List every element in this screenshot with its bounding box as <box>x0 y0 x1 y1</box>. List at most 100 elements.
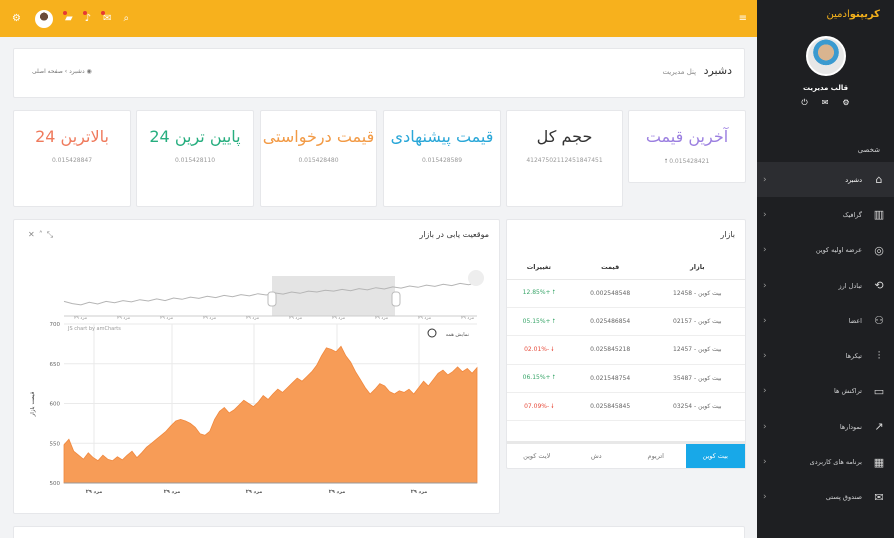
change-cell: 🠗 -07.09% <box>507 392 571 422</box>
hamburger-menu-icon[interactable]: ≡ <box>739 13 747 24</box>
page-subtitle: پنل مدیریت <box>662 68 697 76</box>
change-value: +06.15% <box>522 374 551 382</box>
change-value: +12.85% <box>522 289 551 297</box>
mail-icon[interactable]: ✉ <box>822 98 829 108</box>
change-cell: 🠕 +05.15% <box>507 307 571 337</box>
brand-logo[interactable]: ادمین کریپتو <box>757 0 894 28</box>
stat-value: 0.015428847 <box>51 157 93 164</box>
search-icon[interactable]: ⌕ <box>123 13 129 24</box>
sidebar-item-content: ⌂ دشبرد <box>845 173 886 186</box>
market-tabs: بیت کوین اتریوم دش لایت کوین <box>507 441 745 468</box>
stat-label: حجم کل <box>536 127 593 146</box>
stat-value: 0.015428110 <box>174 157 216 164</box>
sidebar-item[interactable]: ⌂ دشبرد ‹ <box>757 162 894 198</box>
stat-card: قیمت درخواستی 0.015428480 <box>260 110 377 207</box>
sidebar-menu: ⌂ دشبرد ‹ ▥ گرافیک ‹ ◎ عرضه اولیه کوین ‹… <box>757 162 894 515</box>
stat-value: 41247502112451847451 <box>526 157 603 164</box>
sidebar-item-label: تراکنش ها <box>833 387 862 396</box>
market-tab[interactable]: لایت کوین <box>507 444 567 468</box>
top-navbar: ⚙ ▰ ♪ ✉ ⌕ ≡ <box>0 0 757 37</box>
price-cell: 0.002548548 <box>570 279 650 308</box>
table-row[interactable]: بیت کوین - 12458 0.002548548 🠕 +12.85% <box>507 279 745 308</box>
stat-value-line: 0.015428480 <box>261 157 376 164</box>
sidebar-item-label: برنامه های کاربردی <box>809 458 862 467</box>
market-tab[interactable]: بیت کوین <box>685 444 745 468</box>
sidebar-item[interactable]: ▦ برنامه های کاربردی ‹ <box>757 444 894 479</box>
sidebar-item-label: گرافیک <box>842 210 862 219</box>
sidebar-item-content: ▦ برنامه های کاربردی <box>810 456 886 469</box>
sidebar-item[interactable]: ✉ صندوق پستی ‹ <box>757 480 894 515</box>
zoom-out-label: نمایش همه <box>446 332 469 338</box>
y-tick-label: 600 <box>50 402 61 408</box>
arrow-down-icon: 🠗 <box>549 402 554 410</box>
user-avatar[interactable] <box>34 9 53 28</box>
market-card: بازار بازار قیمت تغییرات بیت کوین - 12458 … <box>506 219 746 469</box>
market-tab[interactable]: اتریوم <box>626 444 686 468</box>
sidebar-item[interactable]: ⚇ اعضا ‹ <box>757 303 894 338</box>
sidebar-item[interactable]: ▭ تراکنش ها ‹ <box>757 374 894 409</box>
zoom-out-icon <box>427 328 437 338</box>
compass-icon: ◎ <box>874 243 884 257</box>
breadcrumb-separator: › <box>62 68 68 75</box>
page-title: دشبرد پنل مدیریت <box>662 64 732 77</box>
breadcrumb-card: دشبرد پنل مدیریت دشبرد › صفحه اصلی ◉ <box>13 48 745 98</box>
gear-icon[interactable]: ⚙ <box>842 98 849 108</box>
settings-icon[interactable]: ⚙ <box>12 13 21 24</box>
market-cell: بیت کوین - 03254 <box>649 392 745 422</box>
table-row[interactable]: بیت کوین - 02157 0.025486854 🠕 +05.15% <box>507 307 745 337</box>
chevron-left-icon: ‹ <box>763 351 767 362</box>
power-icon[interactable]: ⏻ <box>801 98 807 108</box>
y-tick-label: 650 <box>50 362 61 368</box>
area-series <box>63 345 478 484</box>
column-header[interactable]: بازار <box>649 255 745 280</box>
bell-icon[interactable]: ♪ <box>82 11 91 24</box>
sidebar-item-label: نمودارها <box>839 422 862 431</box>
exchange-icon: ⟲ <box>874 279 884 293</box>
bar-chart-icon: ▥ <box>873 208 885 222</box>
change-cell: 🠗 -02.01% <box>507 335 571 365</box>
grid-icon: ▦ <box>873 455 885 469</box>
sidebar-item-label: عرضه اولیه کوین <box>815 246 862 255</box>
breadcrumb: دشبرد › صفحه اصلی ◉ <box>32 68 92 75</box>
sidebar-item[interactable]: ▥ گرافیک ‹ <box>757 197 894 232</box>
stat-card: بالاترین 24 0.015428847 <box>13 110 131 207</box>
chat-icon[interactable]: ▰ <box>62 11 73 24</box>
overview-tick-label: مرد ۲۹ <box>375 316 389 321</box>
market-cell: بیت کوین - 35487 <box>649 364 745 394</box>
sidebar-item[interactable]: ⫶ تیکرها ‹ <box>757 338 894 373</box>
table-row[interactable]: بیت کوین - 03254 0.025845845 🠗 -07.09% <box>507 392 745 422</box>
section-label: شخصی <box>857 146 880 154</box>
overview-tick-label: مرد ۲۹ <box>160 316 174 321</box>
profile-avatar[interactable] <box>805 36 846 76</box>
price-cell: 0.025845845 <box>570 392 650 422</box>
market-cell: بیت کوین - 02157 <box>649 307 745 337</box>
chevron-left-icon: ‹ <box>763 174 767 185</box>
overview-tick-label: مرد ۲۹ <box>246 316 260 321</box>
notification-dot <box>101 11 106 15</box>
change-cell: 🠕 +06.15% <box>507 364 571 394</box>
sidebar-item[interactable]: ◎ عرضه اولیه کوین ‹ <box>757 233 894 268</box>
market-tab[interactable]: دش <box>567 444 627 468</box>
mail-icon[interactable]: ✉ <box>101 11 111 24</box>
market-title: بازار <box>720 230 735 239</box>
chevron-left-icon: ‹ <box>763 245 767 256</box>
bottom-card <box>13 526 745 538</box>
stat-value: 0.015428480 <box>298 157 339 164</box>
table-row[interactable]: بیت کوین - 35487 0.021548754 🠕 +06.15% <box>507 364 745 394</box>
chevron-left-icon: ‹ <box>763 315 767 326</box>
dashboard-icon: ◉ <box>86 68 92 75</box>
column-header[interactable]: قیمت <box>570 255 650 280</box>
table-header-row: بازار قیمت تغییرات <box>507 255 745 280</box>
overview-tick-label: مرد ۲۹ <box>74 316 88 321</box>
notification-dot <box>82 11 87 15</box>
table-row[interactable]: بیت کوین - 12457 0.025845218 🠗 -02.01% <box>507 335 745 365</box>
sidebar-item-content: ⟲ تبادل ارز <box>838 279 886 292</box>
sidebar-item[interactable]: ↗ نمودارها ‹ <box>757 409 894 444</box>
stat-value-line: 41247502112451847451 <box>507 157 622 164</box>
breadcrumb-home[interactable]: صفحه اصلی <box>32 68 63 75</box>
profile-block: قالب مدیریت ⏻ ✉ ⚙ <box>757 28 894 108</box>
stat-card: حجم کل 41247502112451847451 <box>506 110 623 207</box>
column-header[interactable]: تغییرات <box>507 255 571 280</box>
stat-label: قیمت پیشنهادی <box>390 127 494 146</box>
sidebar-item[interactable]: ⟲ تبادل ارز ‹ <box>757 268 894 303</box>
